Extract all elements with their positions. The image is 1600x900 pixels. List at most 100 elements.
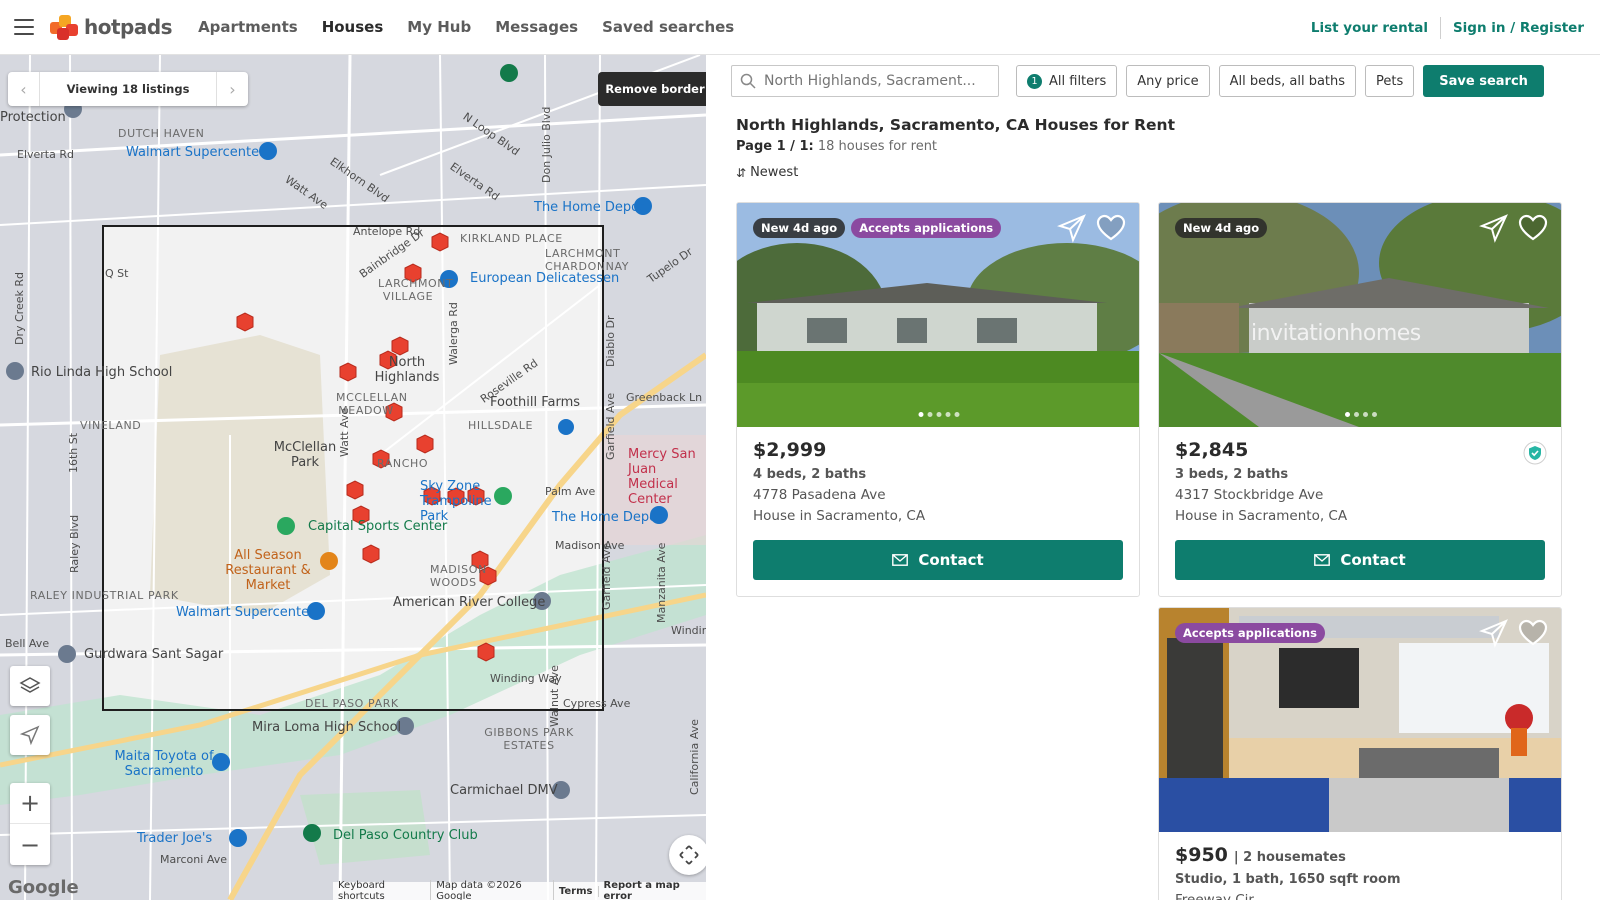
listing-pager: ‹ Viewing 18 listings › [8,72,248,106]
locate-button[interactable] [10,715,50,755]
listing-tags: Accepts applications [1175,623,1331,643]
listing-body: $950 | 2 housemates Studio, 1 bath, 1650 … [1159,832,1561,900]
nav-messages[interactable]: Messages [495,18,578,36]
map-label: Foothill Farms [490,395,581,410]
map-label: Trader Joe's [137,831,213,846]
listing-beds: Studio, 1 bath, 1650 sqft room [1175,872,1401,887]
listing-tags: New 4d ago [1175,218,1273,238]
top-header: hotpads Apartments Houses My Hub Message… [0,0,1600,55]
heart-icon[interactable] [1517,212,1549,244]
share-icon[interactable] [1479,213,1509,243]
invitation-homes-watermark: invitationhomes [1251,321,1421,346]
nav-my-hub[interactable]: My Hub [407,18,471,36]
listing-beds: 3 beds, 2 baths [1175,467,1289,482]
page-label: Page 1 / 1: [736,139,814,154]
nav-saved-searches[interactable]: Saved searches [602,18,734,36]
sort-label: Newest [750,165,799,180]
listing-address[interactable]: 4778 Pasadena Ave [753,487,1123,503]
beds-filter-button[interactable]: All beds, all baths [1218,65,1357,97]
hotpads-logo-icon [50,15,78,40]
map-label: Cypress Ave [563,697,631,710]
map-view[interactable]: Protection DUTCH HAVEN Elverta Rd Walmar… [0,55,706,900]
listing-card[interactable]: New 4d ago Accepts applications $2,999 4… [736,202,1140,597]
nav-houses[interactable]: Houses [322,18,384,36]
list-rental-link[interactable]: List your rental [1311,20,1428,36]
map-label: Capital Sports Center [308,519,448,534]
map-label: Greenback Ln [626,391,703,404]
listing-address[interactable]: Freeway Cir [1175,892,1545,900]
listing-card[interactable]: invitationhomes New 4d ago $2,845 3 beds… [1158,202,1562,597]
header-divider [1439,16,1441,39]
prev-listing-button[interactable]: ‹ [8,72,40,106]
heart-icon[interactable] [1517,617,1549,649]
contact-button[interactable]: Contact [753,540,1123,580]
zoom-controls: + − [10,783,50,865]
map-label: RALEY INDUSTRIAL PARK [30,589,179,602]
hotpads-logo[interactable]: hotpads [48,12,173,42]
listing-price: $2,999 [753,439,827,461]
tag-new: New 4d ago [1175,218,1268,238]
listing-photo[interactable]: invitationhomes New 4d ago [1159,203,1561,427]
expand-icon [679,845,699,865]
results-count: 18 houses for rent [817,139,938,154]
navigation-arrow-icon [19,725,40,746]
zoom-in-button[interactable]: + [10,783,50,824]
remove-border-button[interactable]: Remove border [598,72,706,106]
filter-count-badge: 1 [1027,73,1042,89]
tag-accepts-applications: Accepts applications [851,218,1002,238]
fullscreen-button[interactable] [669,835,706,875]
map-label: Don Julio Blvd [540,106,553,183]
zoom-out-button[interactable]: − [10,824,50,865]
nav-apartments[interactable]: Apartments [198,18,298,36]
verified-shield-icon [1523,441,1547,465]
map-label: Walerga Rd [447,302,460,365]
listing-photo[interactable]: Accepts applications [1159,608,1561,832]
search-input[interactable] [764,73,984,89]
map-label: LARCHMONT CHARDONNAY [545,247,630,273]
map-label: KIRKLAND PLACE [460,232,563,245]
map-label: Marconi Ave [160,853,227,866]
map-label: Palm Ave [545,485,596,498]
heart-icon[interactable] [1095,212,1127,244]
keyboard-shortcuts-link[interactable]: Keyboard shortcuts [333,880,432,900]
save-search-button[interactable]: Save search [1423,65,1544,97]
pets-filter-button[interactable]: Pets [1365,65,1415,97]
search-box[interactable] [731,65,999,97]
map-label: Garfield Ave [604,392,617,460]
listing-photo[interactable]: New 4d ago Accepts applications [737,203,1139,427]
share-icon[interactable] [1479,618,1509,648]
header-actions: List your rental Sign in / Register [1311,0,1584,55]
listing-body: $2,999 4 beds, 2 baths 4778 Pasadena Ave… [737,427,1139,596]
map-label: 16th St [67,432,80,473]
map-label: Madison Ave [555,539,625,552]
housemates-label: | 2 housemates [1233,850,1346,865]
report-map-error-link[interactable]: Report a map error [599,880,707,900]
layers-button[interactable] [10,666,50,706]
listing-card[interactable]: Accepts applications $950 | 2 housemates … [1158,607,1562,900]
hamburger-menu-icon[interactable] [14,19,34,35]
map-label: MADISON WOODS [430,563,487,589]
sort-dropdown[interactable]: ⇵ Newest [736,165,798,180]
results-panel: 1 All filters Any price All beds, all ba… [720,55,1600,900]
map-label: McClellan Park [273,440,337,470]
map-label: LARCHMONT VILLAGE [378,277,454,303]
sign-in-link[interactable]: Sign in / Register [1453,20,1584,36]
share-icon[interactable] [1057,213,1087,243]
all-filters-button[interactable]: 1 All filters [1016,65,1118,97]
viewing-count: Viewing 18 listings [66,82,190,96]
google-logo: Google [8,877,79,898]
price-filter-button[interactable]: Any price [1126,65,1210,97]
map-data-text: Map data ©2026 Google [431,880,554,900]
tag-new: New 4d ago [753,218,846,238]
results-summary: Page 1 / 1: 18 houses for rent [736,139,937,154]
map-label: Garfield Ave [600,542,613,610]
terms-link[interactable]: Terms [554,885,599,897]
listing-address[interactable]: 4317 Stockbridge Ave [1175,487,1545,503]
next-listing-button[interactable]: › [216,72,248,106]
map-label: Carmichael DMV [450,783,558,798]
chevron-right-icon: › [229,79,236,99]
listing-price: $950 | 2 housemates [1175,844,1545,866]
listing-beds: 4 beds, 2 baths [753,467,867,482]
map-label: Bell Ave [5,637,50,650]
contact-button[interactable]: Contact [1175,540,1545,580]
